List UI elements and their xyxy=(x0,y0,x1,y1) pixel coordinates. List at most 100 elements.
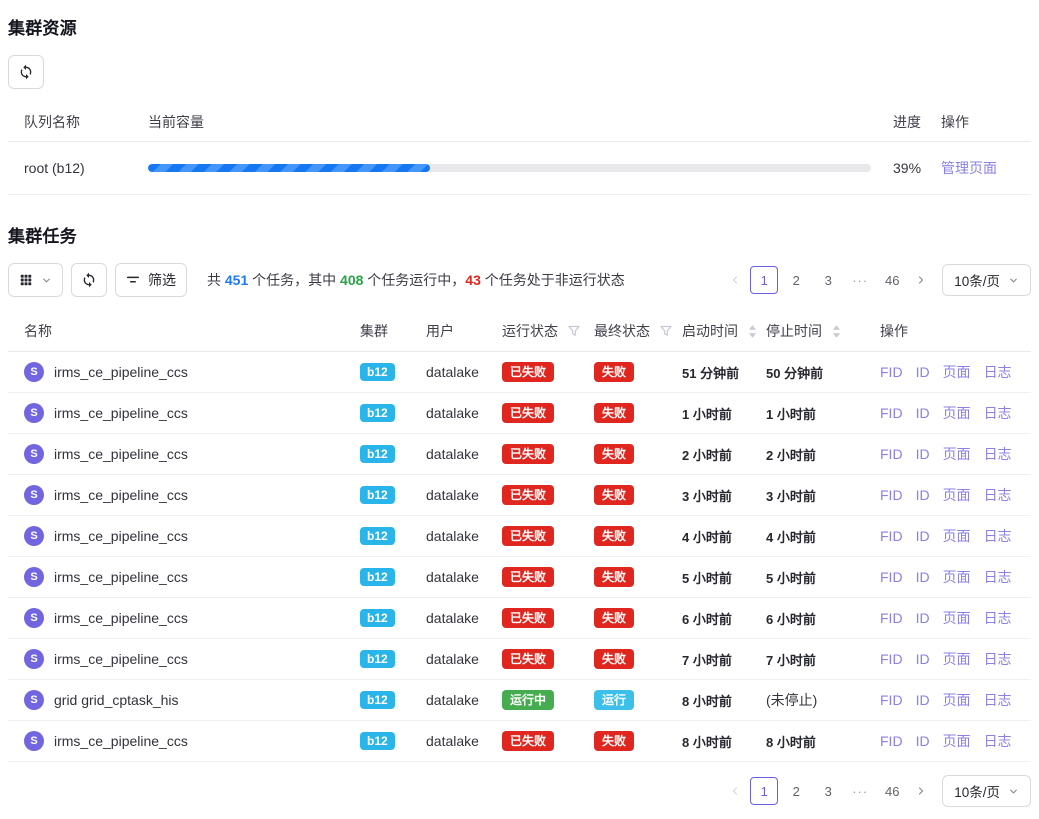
action-page[interactable]: 页面 xyxy=(943,651,971,667)
layout-switcher-button[interactable] xyxy=(8,263,63,297)
action-log[interactable]: 日志 xyxy=(984,733,1012,749)
tasks-table-body: S irms_ce_pipeline_ccs b12 datalake 已失败 … xyxy=(8,352,1031,762)
task-row: S irms_ce_pipeline_ccs b12 datalake 已失败 … xyxy=(8,516,1031,557)
action-fid[interactable]: FID xyxy=(880,651,903,667)
start-time: 1 小时前 xyxy=(674,393,758,434)
action-fid[interactable]: FID xyxy=(880,733,903,749)
sorter-icon[interactable] xyxy=(832,325,841,338)
action-page[interactable]: 页面 xyxy=(943,610,971,626)
action-id[interactable]: ID xyxy=(916,487,930,503)
pagination-page-2[interactable]: 2 xyxy=(782,266,810,294)
col-start-time: 启动时间 xyxy=(674,311,758,352)
filter-funnel-icon[interactable] xyxy=(568,325,580,337)
action-fid[interactable]: FID xyxy=(880,692,903,708)
running-count: 408 xyxy=(340,272,363,288)
task-name: irms_ce_pipeline_ccs xyxy=(54,528,188,544)
final-status-badge: 运行 xyxy=(594,690,634,710)
task-row: S grid grid_cptask_his b12 datalake 运行中 … xyxy=(8,680,1031,721)
row-actions: FID ID 页面日志 xyxy=(872,434,1031,475)
row-actions: FID ID 页面日志 xyxy=(872,598,1031,639)
stop-time: (未停止) xyxy=(758,680,872,721)
action-page[interactable]: 页面 xyxy=(943,446,971,462)
pagination-page-3[interactable]: 3 xyxy=(814,266,842,294)
stopped-count: 43 xyxy=(465,272,481,288)
pagination-page-3[interactable]: 3 xyxy=(814,777,842,805)
user-cell: datalake xyxy=(418,516,494,557)
pagination-next[interactable] xyxy=(908,777,934,805)
run-status-badge: 已失败 xyxy=(502,649,554,669)
col-user: 用户 xyxy=(418,311,494,352)
action-fid[interactable]: FID xyxy=(880,405,903,421)
page-size-value: 10条/页 xyxy=(954,781,1000,801)
pagination-ellipsis[interactable]: ··· xyxy=(846,266,874,294)
filter-button[interactable]: 筛选 xyxy=(115,263,187,297)
action-fid[interactable]: FID xyxy=(880,487,903,503)
action-log[interactable]: 日志 xyxy=(984,364,1012,380)
action-id[interactable]: ID xyxy=(916,569,930,585)
action-log[interactable]: 日志 xyxy=(984,610,1012,626)
action-id[interactable]: ID xyxy=(916,528,930,544)
col-capacity: 当前容量 xyxy=(140,103,885,142)
page-size-select[interactable]: 10条/页 xyxy=(942,775,1031,807)
action-log[interactable]: 日志 xyxy=(984,528,1012,544)
final-status-badge: 失败 xyxy=(594,608,634,628)
action-page[interactable]: 页面 xyxy=(943,487,971,503)
avatar: S xyxy=(24,403,44,423)
action-page[interactable]: 页面 xyxy=(943,733,971,749)
action-page[interactable]: 页面 xyxy=(943,692,971,708)
pagination-page-2[interactable]: 2 xyxy=(782,777,810,805)
final-status-badge: 失败 xyxy=(594,444,634,464)
start-time: 7 小时前 xyxy=(674,639,758,680)
action-id[interactable]: ID xyxy=(916,364,930,380)
action-log[interactable]: 日志 xyxy=(984,651,1012,667)
action-log[interactable]: 日志 xyxy=(984,692,1012,708)
run-status-badge: 已失败 xyxy=(502,731,554,751)
page-size-select[interactable]: 10条/页 xyxy=(942,264,1031,296)
action-log[interactable]: 日志 xyxy=(984,569,1012,585)
filter-funnel-icon[interactable] xyxy=(660,325,672,337)
task-name: irms_ce_pipeline_ccs xyxy=(54,610,188,626)
start-time: 4 小时前 xyxy=(674,516,758,557)
pagination-prev[interactable] xyxy=(722,266,748,294)
action-log[interactable]: 日志 xyxy=(984,446,1012,462)
pagination-ellipsis[interactable]: ··· xyxy=(846,777,874,805)
pagination-page-46[interactable]: 46 xyxy=(878,777,906,805)
pagination-next[interactable] xyxy=(908,266,934,294)
pagination-prev[interactable] xyxy=(722,777,748,805)
tasks-refresh-button[interactable] xyxy=(71,263,107,297)
queue-name: root (b12) xyxy=(8,142,140,195)
resources-refresh-button[interactable] xyxy=(8,55,44,89)
run-status-badge: 已失败 xyxy=(502,362,554,382)
action-id[interactable]: ID xyxy=(916,446,930,462)
action-fid[interactable]: FID xyxy=(880,610,903,626)
final-status-badge: 失败 xyxy=(594,731,634,751)
action-page[interactable]: 页面 xyxy=(943,364,971,380)
pagination-page-1[interactable]: 1 xyxy=(750,266,778,294)
final-status-badge: 失败 xyxy=(594,526,634,546)
sorter-icon[interactable] xyxy=(748,325,757,338)
pagination-page-1[interactable]: 1 xyxy=(750,777,778,805)
manage-page-link[interactable]: 管理页面 xyxy=(941,160,997,176)
stop-time: 50 分钟前 xyxy=(758,352,872,393)
action-id[interactable]: ID xyxy=(916,405,930,421)
start-time: 8 小时前 xyxy=(674,680,758,721)
action-page[interactable]: 页面 xyxy=(943,405,971,421)
action-id[interactable]: ID xyxy=(916,651,930,667)
action-log[interactable]: 日志 xyxy=(984,405,1012,421)
action-id[interactable]: ID xyxy=(916,733,930,749)
action-fid[interactable]: FID xyxy=(880,364,903,380)
action-fid[interactable]: FID xyxy=(880,446,903,462)
action-fid[interactable]: FID xyxy=(880,569,903,585)
pagination-page-46[interactable]: 46 xyxy=(878,266,906,294)
action-log[interactable]: 日志 xyxy=(984,487,1012,503)
stop-time: 7 小时前 xyxy=(758,639,872,680)
chevron-down-icon xyxy=(1008,275,1019,286)
avatar: S xyxy=(24,362,44,382)
action-page[interactable]: 页面 xyxy=(943,528,971,544)
action-id[interactable]: ID xyxy=(916,610,930,626)
avatar: S xyxy=(24,567,44,587)
action-page[interactable]: 页面 xyxy=(943,569,971,585)
action-id[interactable]: ID xyxy=(916,692,930,708)
action-fid[interactable]: FID xyxy=(880,528,903,544)
row-actions: FID ID 页面日志 xyxy=(872,721,1031,762)
